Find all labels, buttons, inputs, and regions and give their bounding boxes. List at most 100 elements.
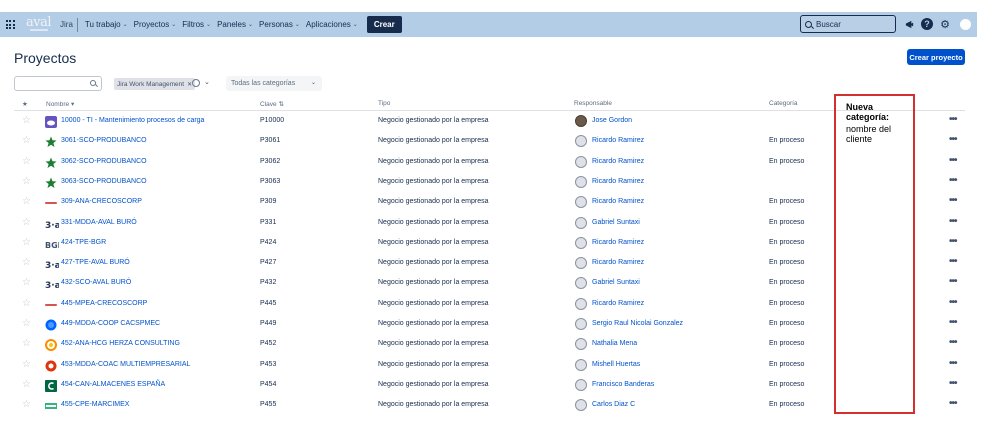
project-lead-link[interactable]: Mishell Huertas [592,361,640,368]
more-actions-icon[interactable]: ••• [949,134,957,145]
project-lead-link[interactable]: Francisco Banderas [592,381,654,388]
project-name-link[interactable]: 309-ANA-CRECOSCORP [61,198,142,205]
project-lead-link[interactable]: Jose Gordon [592,117,632,124]
project-lead-link[interactable]: Gabriel Suntaxi [592,279,640,286]
project-search-input[interactable] [14,76,102,91]
more-actions-icon[interactable]: ••• [949,378,957,389]
star-icon[interactable]: ☆ [22,298,31,309]
more-actions-icon[interactable]: ••• [949,155,957,166]
avatar [575,338,587,351]
clear-filter-icon[interactable] [192,79,200,87]
project-lead-link[interactable]: Ricardo Ramirez [592,178,644,185]
star-icon[interactable]: ☆ [22,318,31,329]
notifications-button[interactable] [902,17,916,31]
avatar [575,277,587,290]
more-actions-icon[interactable]: ••• [949,297,957,308]
nav-tu-trabajo[interactable]: Tu trabajo ⌄ [85,20,128,29]
app-grid-icon [5,20,15,29]
star-icon[interactable]: ☆ [22,135,31,146]
create-button[interactable]: Crear [366,16,402,33]
category-select[interactable]: Todas las categorías ⌄ [226,76,322,91]
nav-paneles[interactable]: Paneles ⌄ [217,20,253,29]
project-name-link[interactable]: 449-MDDA-COOP CACSPMEC [61,320,160,327]
project-name-link[interactable]: 3061-SCO-PRODUBANCO [61,137,147,144]
project-key: P454 [260,380,277,388]
project-lead-link[interactable]: Ricardo Ramirez [592,198,644,205]
header-key[interactable]: Clave ⇅ [260,100,284,108]
star-icon[interactable]: ☆ [22,379,31,390]
star-icon[interactable]: ☆ [22,277,31,288]
more-actions-icon[interactable]: ••• [949,236,957,247]
project-lead-link[interactable]: Sergio Raul Nicolai Gonzalez [592,320,683,327]
nav-proyectos[interactable]: Proyectos ⌄ [134,20,177,29]
purple-cloud-icon [45,115,57,128]
star-icon[interactable]: ☆ [22,196,31,207]
settings-button[interactable]: ⚙ [938,17,952,31]
jira-product-label[interactable]: Jira [60,20,73,29]
table-row: ☆ 3063-SCO-PRODUBANCO P3063 Negocio gestion… [14,172,965,192]
app-switcher-button[interactable] [0,12,20,37]
more-actions-icon[interactable]: ••• [949,256,957,267]
table-row: ☆ 452-ANA-HCG HERZA CONSULTING P452 Negocio… [14,334,965,354]
aval-logo[interactable]: aval [26,16,54,33]
project-name-link[interactable]: 454-CAN-ALMACENES ESPAÑA [61,381,165,388]
header-name[interactable]: Nombre ▾ [46,100,74,108]
project-name-link[interactable]: 10000 - TI - Mantenimiento procesos de c… [61,117,204,124]
star-icon[interactable]: ☆ [22,115,31,126]
project-name-link[interactable]: 427-TPE-AVAL BURÓ [61,259,130,266]
project-lead-link[interactable]: Carlos Diaz C [592,401,635,408]
almacenes-logo-icon [45,379,57,392]
project-name-link[interactable]: 3062-SCO-PRODUBANCO [61,158,147,165]
project-lead-link[interactable]: Ricardo Ramirez [592,158,644,165]
more-actions-icon[interactable]: ••• [949,317,957,328]
project-lead-link[interactable]: Nathalia Mena [592,340,637,347]
project-type: Negocio gestionado por la empresa [378,157,489,165]
chevron-down-icon[interactable]: ⌄ [204,78,210,86]
more-actions-icon[interactable]: ••• [949,195,957,206]
create-project-button[interactable]: Crear proyecto [907,49,965,65]
aval-buro-icon: 3·a [45,217,61,231]
profile-button[interactable] [958,17,972,31]
more-actions-icon[interactable]: ••• [949,216,957,227]
project-lead-link[interactable]: Gabriel Suntaxi [592,219,640,226]
star-icon[interactable]: ☆ [22,156,31,167]
nav-filtros[interactable]: Filtros ⌄ [182,20,211,29]
help-button[interactable]: ? [920,17,934,31]
more-actions-icon[interactable]: ••• [949,398,957,409]
star-icon[interactable]: ☆ [22,237,31,248]
gear-icon: ⚙ [940,18,950,31]
project-name-link[interactable]: 455-CPE-MARCIMEX [61,401,129,408]
more-actions-icon[interactable]: ••• [949,337,957,348]
project-name-link[interactable]: 3063-SCO-PRODUBANCO [61,178,147,185]
more-actions-icon[interactable]: ••• [949,276,957,287]
table-row: ☆ 453-MDDA-COAC MULTIEMPRESARIAL P453 Negoc… [14,355,965,375]
search-input[interactable]: Buscar [800,15,896,33]
nav-aplicaciones[interactable]: Aplicaciones ⌄ [306,20,358,29]
star-icon[interactable]: ☆ [22,257,31,268]
star-icon[interactable]: ☆ [22,217,31,228]
more-actions-icon[interactable]: ••• [949,114,957,125]
project-name-link[interactable]: 432-SCO-AVAL BURÓ [61,279,131,286]
chevron-down-icon: ⌄ [352,22,358,28]
project-name-link[interactable]: 452-ANA-HCG HERZA CONSULTING [61,340,180,347]
star-icon[interactable]: ☆ [22,359,31,370]
project-lead-link[interactable]: Ricardo Ramirez [592,259,644,266]
project-lead-link[interactable]: Ricardo Ramirez [592,239,644,246]
more-actions-icon[interactable]: ••• [949,358,957,369]
project-name-link[interactable]: 453-MDDA-COAC MULTIEMPRESARIAL [61,361,190,368]
project-name-link[interactable]: 331-MDDA-AVAL BURÓ [61,219,137,226]
project-lead-link[interactable]: Ricardo Ramirez [592,300,644,307]
star-icon[interactable]: ☆ [22,176,31,187]
project-name-link[interactable]: 424-TPE-BGR [61,239,106,246]
product-filter-chip[interactable]: Jira Work Management ✕ [114,78,196,90]
star-icon[interactable]: ☆ [22,399,31,410]
project-key: P452 [260,340,277,348]
star-icon[interactable]: ☆ [22,338,31,349]
avatar [575,115,587,127]
more-actions-icon[interactable]: ••• [949,175,957,186]
avatar [575,155,587,168]
nav-personas[interactable]: Personas ⌄ [259,20,300,29]
svg-text:3·a: 3·a [45,221,59,230]
project-name-link[interactable]: 445-MPEA-CRECOSCORP [61,300,147,307]
project-lead-link[interactable]: Ricardo Ramirez [592,137,644,144]
